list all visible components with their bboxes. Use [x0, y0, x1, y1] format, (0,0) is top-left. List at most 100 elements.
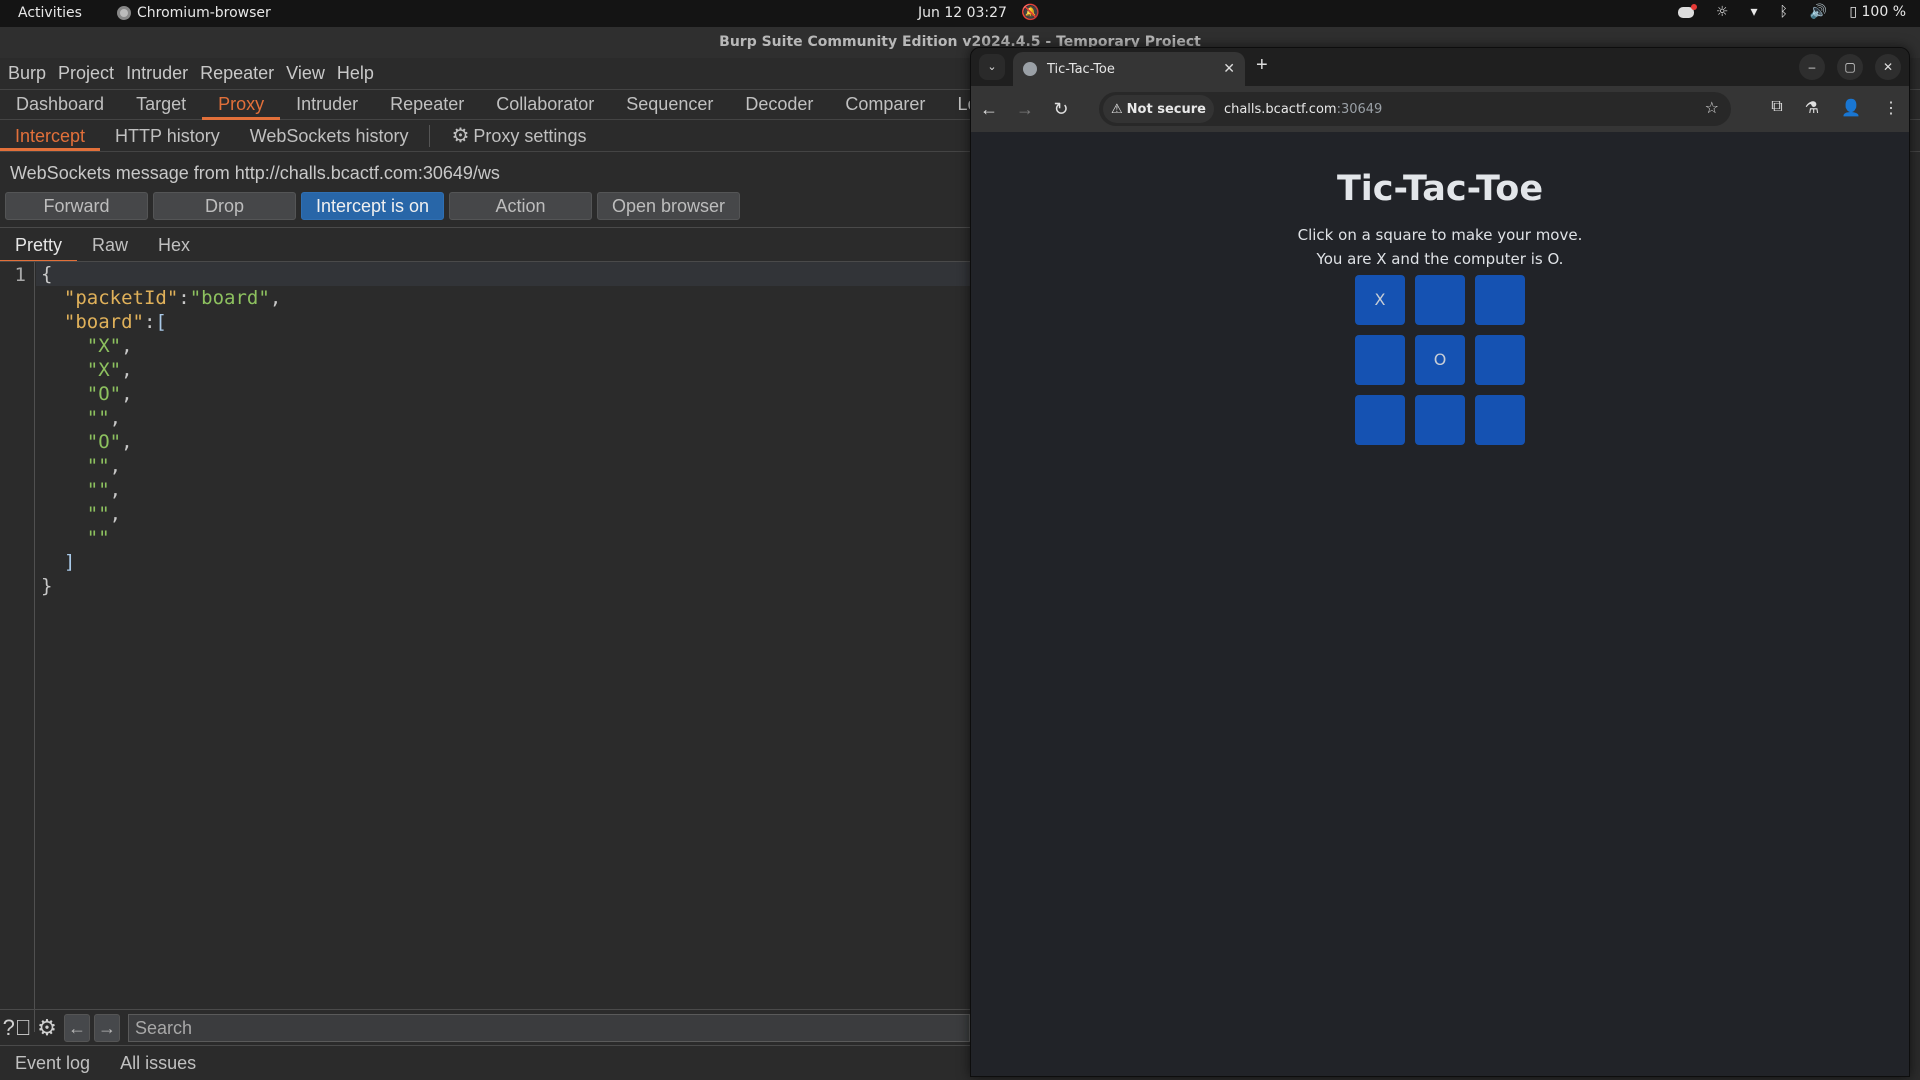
code-line: "X", — [86, 335, 133, 357]
battery-status: ▯ 100 % — [1849, 4, 1906, 20]
profile-icon[interactable]: 👤 — [1841, 98, 1861, 118]
gear-icon[interactable]: ⚙ — [34, 1015, 60, 1041]
tab-collaborator[interactable]: Collaborator — [480, 90, 610, 119]
system-tray[interactable]: ☼ ▾ ᛒ 🔊 ▯ 100 % — [1677, 3, 1906, 20]
drop-button[interactable]: Drop — [153, 192, 296, 220]
address-bar[interactable]: ⚠ Not secure challs.bcactf.com:30649 ☆ — [1099, 92, 1731, 126]
tab-sequencer[interactable]: Sequencer — [610, 90, 729, 119]
tab-proxy[interactable]: Proxy — [202, 90, 281, 120]
volume-icon: 🔊 — [1809, 4, 1828, 20]
menu-kebab-icon[interactable]: ⋮ — [1883, 98, 1899, 118]
bluetooth-icon: ᛒ — [1779, 4, 1788, 20]
code-line: "", — [86, 455, 122, 477]
tab-intruder[interactable]: Intruder — [280, 90, 374, 119]
code-area[interactable]: { "packetId":"board", "board":[ "X", "X"… — [36, 262, 970, 598]
gear-icon: ⚙ — [451, 124, 470, 147]
tab-decoder[interactable]: Decoder — [729, 90, 829, 119]
minimize-button[interactable]: – — [1799, 54, 1825, 80]
code-line: "", — [86, 503, 122, 525]
tab-title: Tic-Tac-Toe — [1047, 61, 1115, 77]
line-gutter: 1 — [0, 262, 35, 1032]
app-name: Chromium-browser — [137, 5, 271, 21]
message-editor[interactable]: 1 { "packetId":"board", "board":[ "X", "… — [0, 262, 970, 1032]
activities-button[interactable]: Activities — [18, 5, 82, 21]
open-browser-button[interactable]: Open browser — [597, 192, 740, 220]
action-button[interactable]: Action — [449, 192, 592, 220]
security-chip[interactable]: ⚠ Not secure — [1103, 95, 1214, 123]
extensions-icon[interactable]: ⧉ — [1771, 98, 1782, 118]
close-window-button[interactable]: ✕ — [1875, 54, 1901, 80]
board-value: "X" — [86, 359, 122, 381]
next-match-button[interactable]: → — [94, 1013, 120, 1042]
board-cell[interactable] — [1415, 395, 1465, 445]
forward-nav-button[interactable]: → — [1007, 99, 1043, 120]
bottom-tabs: Event log All issues — [0, 1045, 970, 1080]
tab-pretty[interactable]: Pretty — [0, 231, 78, 263]
warning-icon: ⚠ — [1111, 101, 1123, 117]
board-cell[interactable] — [1475, 395, 1525, 445]
board-value: "" — [86, 527, 110, 549]
browser-toolbar: ← → ↻ ⚠ Not secure challs.bcactf.com:306… — [971, 86, 1909, 132]
board-value: "" — [86, 479, 110, 501]
tab-target[interactable]: Target — [120, 90, 202, 119]
search-input[interactable]: Search — [128, 1013, 970, 1042]
tab-repeater[interactable]: Repeater — [374, 90, 480, 119]
tab-http-history[interactable]: HTTP history — [100, 121, 235, 151]
wifi-icon: ▾ — [1750, 4, 1758, 20]
maximize-button[interactable]: ▢ — [1837, 54, 1863, 80]
proxy-settings-button[interactable]: ⚙ Proxy settings — [436, 121, 601, 151]
board-cell[interactable] — [1475, 335, 1525, 385]
board-value: "" — [86, 503, 110, 525]
tab-intercept[interactable]: Intercept — [0, 121, 101, 151]
back-button[interactable]: ← — [971, 99, 1007, 120]
instruction-text: You are X and the computer is O. — [1316, 250, 1564, 268]
tab-search-button[interactable]: ⌄ — [979, 54, 1005, 80]
globe-icon — [1023, 62, 1037, 76]
new-tab-button[interactable]: + — [1256, 54, 1268, 77]
line-number: 1 — [14, 264, 26, 286]
tab-event-log[interactable]: Event log — [0, 1053, 105, 1074]
instruction-text: Click on a square to make your move. — [1297, 226, 1583, 244]
tab-all-issues[interactable]: All issues — [105, 1053, 211, 1074]
tab-comparer[interactable]: Comparer — [829, 90, 941, 119]
menu-intruder[interactable]: Intruder — [122, 63, 192, 84]
board-cell[interactable] — [1355, 335, 1405, 385]
chromium-icon — [117, 6, 131, 20]
labs-flask-icon[interactable]: ⚗ — [1805, 98, 1819, 118]
forward-button[interactable]: Forward — [5, 192, 148, 220]
board-value: "" — [86, 455, 110, 477]
json-value: "board" — [189, 287, 270, 309]
menu-help[interactable]: Help — [333, 63, 378, 84]
clock[interactable]: Jun 12 03:27 — [918, 5, 1007, 21]
tab-dashboard[interactable]: Dashboard — [0, 90, 120, 119]
menu-repeater[interactable]: Repeater — [196, 63, 278, 84]
code-line: "" — [36, 526, 970, 550]
previous-match-button[interactable]: ← — [64, 1013, 90, 1042]
browser-tab[interactable]: Tic-Tac-Toe ✕ — [1013, 52, 1245, 86]
menu-project[interactable]: Project — [54, 63, 118, 84]
board-cell[interactable]: X — [1355, 275, 1405, 325]
board-cell[interactable]: O — [1415, 335, 1465, 385]
help-icon[interactable]: ?⃝ — [3, 1015, 32, 1041]
web-page: Tic-Tac-Toe Click on a square to make yo… — [971, 132, 1909, 1076]
game-board: X O — [1355, 275, 1525, 445]
board-cell[interactable] — [1355, 395, 1405, 445]
url-text[interactable]: challs.bcactf.com:30649 — [1224, 102, 1382, 117]
bookmark-star-icon[interactable]: ☆ — [1705, 98, 1719, 117]
code-line: } — [41, 575, 53, 597]
board-cell[interactable] — [1415, 275, 1465, 325]
battery-percent: 100 % — [1861, 4, 1906, 20]
board-cell[interactable] — [1475, 275, 1525, 325]
discord-icon[interactable] — [1677, 3, 1697, 18]
tab-hex[interactable]: Hex — [143, 231, 205, 261]
app-menu[interactable]: Chromium-browser — [117, 5, 271, 21]
window-controls: – ▢ ✕ — [1799, 54, 1901, 80]
menu-view[interactable]: View — [282, 63, 329, 84]
tab-websockets-history[interactable]: WebSockets history — [235, 121, 424, 151]
menu-burp[interactable]: Burp — [4, 63, 50, 84]
browser-window: ⌄ Tic-Tac-Toe ✕ + – ▢ ✕ ← → ↻ ⚠ Not secu… — [970, 47, 1910, 1077]
intercept-toggle-button[interactable]: Intercept is on — [301, 192, 444, 220]
tab-raw[interactable]: Raw — [77, 231, 143, 261]
close-tab-icon[interactable]: ✕ — [1223, 61, 1235, 77]
reload-button[interactable]: ↻ — [1043, 99, 1079, 120]
